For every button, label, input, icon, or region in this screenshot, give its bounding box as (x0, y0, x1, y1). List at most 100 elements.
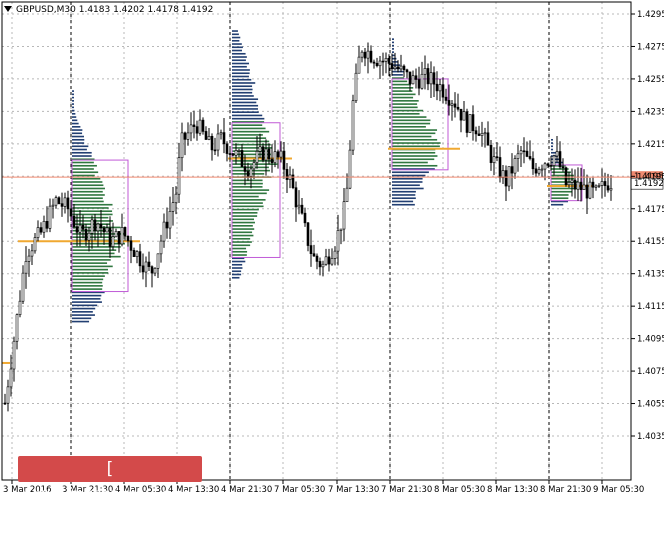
candle (585, 174, 589, 214)
profile-bar (232, 234, 254, 237)
candle (261, 143, 265, 163)
candle-body (24, 261, 28, 274)
candle-body (387, 57, 391, 64)
profile-bar (72, 116, 77, 118)
candle-body (591, 181, 595, 188)
candle (573, 169, 577, 199)
candle (423, 55, 427, 90)
candle-body (12, 340, 16, 370)
candle-body (84, 229, 88, 241)
profile-bar (232, 195, 259, 198)
candle-body (456, 106, 460, 110)
candle-body (540, 168, 544, 171)
candle (528, 140, 532, 161)
candle-body (27, 255, 31, 262)
candle-body (153, 267, 157, 274)
candle-body (180, 132, 184, 159)
candle (441, 77, 445, 104)
profile-bar (392, 83, 412, 86)
profile-bar (232, 127, 266, 130)
candle-body (336, 230, 340, 252)
profile-bar (392, 184, 420, 187)
candle (531, 151, 535, 175)
profile-bar (72, 155, 92, 157)
candle-body (369, 50, 373, 63)
candle-body (381, 60, 385, 63)
candle (147, 251, 151, 272)
candle-body (15, 314, 19, 342)
candle-body (609, 188, 613, 191)
candle-body (276, 151, 280, 158)
candle-body (201, 119, 205, 132)
candle-body (459, 108, 463, 121)
y-tick-label: 1.4295 (637, 10, 664, 20)
y-tick-label: 1.4275 (637, 42, 664, 52)
profile-bar (232, 124, 263, 126)
candle-body (390, 63, 394, 69)
candle (318, 257, 322, 276)
chart-menu-triangle-icon[interactable] (4, 6, 12, 12)
profile-bar (72, 174, 95, 177)
profile-bar (232, 189, 270, 191)
candle-body (96, 223, 100, 232)
candle (150, 265, 154, 288)
candle-body (537, 169, 541, 174)
candle-body (321, 263, 325, 268)
profile-bar (232, 140, 270, 143)
candle (159, 234, 163, 263)
candle (462, 101, 466, 121)
profile-bar (392, 151, 436, 154)
candle-body (147, 261, 151, 267)
candle (285, 163, 289, 193)
y-tick-label: 1.4235 (637, 107, 664, 117)
profile-bar (232, 202, 263, 204)
candle (294, 181, 298, 222)
candle (609, 175, 613, 201)
candle-body (300, 204, 304, 214)
candle (588, 177, 592, 200)
candle (477, 125, 481, 137)
profile-bar (232, 228, 255, 230)
candle-body (21, 272, 25, 302)
candle-body (561, 166, 565, 169)
candle-body (384, 57, 388, 62)
candle-body (198, 119, 202, 134)
candle-body (408, 71, 412, 85)
candle-body (531, 158, 535, 170)
candle-body (501, 170, 505, 179)
candle-body (243, 166, 247, 172)
candle (312, 244, 316, 257)
profile-bar (232, 182, 263, 185)
x-tick-label: 8 Mar 13:30 (487, 485, 538, 495)
profile-bar (392, 119, 431, 122)
candle-body (246, 171, 250, 177)
candle-body (330, 258, 334, 265)
candle (375, 57, 379, 68)
candle-body (273, 151, 277, 163)
profile-bar (72, 113, 76, 115)
candle-body (486, 132, 490, 146)
profile-bar (72, 294, 102, 297)
candle (177, 142, 181, 204)
profile-bar (72, 194, 105, 196)
candle (402, 64, 406, 78)
candle (189, 112, 193, 142)
candle (183, 131, 187, 156)
profile-bar (392, 132, 436, 135)
profile-bar (232, 263, 243, 266)
candle (126, 235, 130, 247)
candle-body (54, 197, 58, 206)
profile-bar (72, 132, 83, 135)
profile-bar (392, 113, 420, 115)
candle-body (432, 72, 436, 85)
profile-bar (232, 33, 239, 36)
candle-body (285, 169, 289, 180)
candle-body (345, 187, 349, 203)
candle-body (219, 132, 223, 135)
candle-body (579, 181, 583, 190)
profile-bar (72, 100, 74, 102)
candle-body (240, 150, 244, 167)
candle (33, 233, 37, 254)
candle (303, 207, 307, 227)
profile-bar (72, 145, 89, 148)
